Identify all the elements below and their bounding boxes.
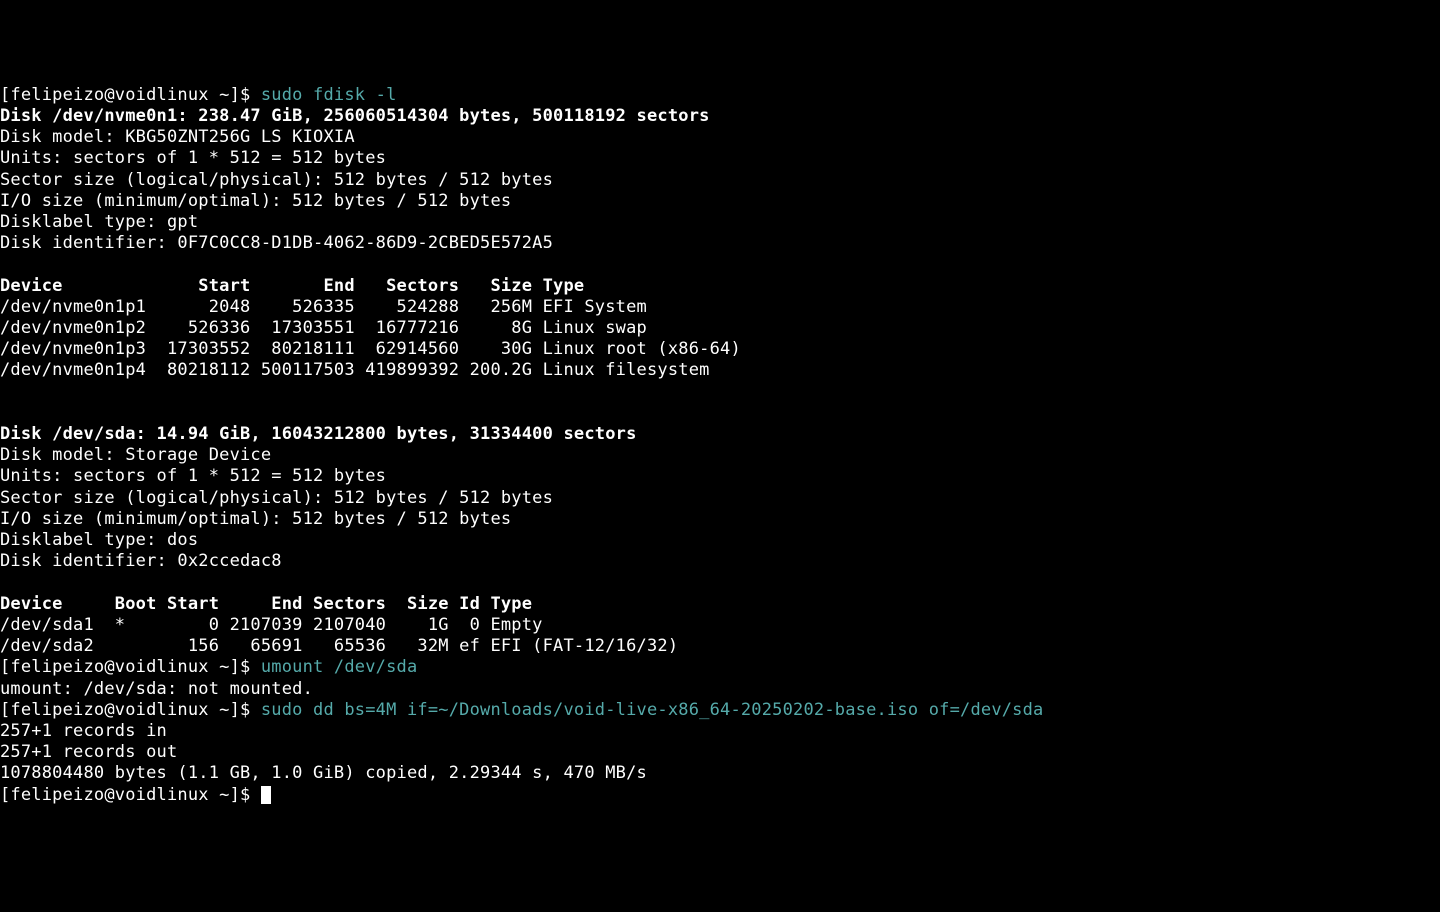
disk-label-type: Disklabel type: gpt — [0, 212, 198, 232]
prompt: [felipeizo@voidlinux ~]$ — [0, 657, 250, 677]
disk-io-size: I/O size (minimum/optimal): 512 bytes / … — [0, 509, 511, 529]
disk-header: Disk /dev/nvme0n1: 238.47 GiB, 256060514… — [0, 106, 710, 126]
command-dd: sudo dd bs=4M if=~/Downloads/void-live-x… — [250, 700, 1043, 720]
disk-units: Units: sectors of 1 * 512 = 512 bytes — [0, 148, 386, 168]
partition-row: /dev/nvme0n1p2 526336 17303551 16777216 … — [0, 318, 647, 338]
cursor[interactable] — [261, 786, 271, 804]
disk-model: Disk model: Storage Device — [0, 445, 271, 465]
disk-header: Disk /dev/sda: 14.94 GiB, 16043212800 by… — [0, 424, 637, 444]
partition-table-header: Device Boot Start End Sectors Size Id Ty… — [0, 594, 532, 614]
dd-output: 1078804480 bytes (1.1 GB, 1.0 GiB) copie… — [0, 763, 647, 783]
partition-row: /dev/nvme0n1p1 2048 526335 524288 256M E… — [0, 297, 647, 317]
disk-model: Disk model: KBG50ZNT256G LS KIOXIA — [0, 127, 355, 147]
prompt: [felipeizo@voidlinux ~]$ — [0, 85, 250, 105]
terminal[interactable]: [felipeizo@voidlinux ~]$ sudo fdisk -l D… — [0, 85, 1440, 806]
prompt: [felipeizo@voidlinux ~]$ — [0, 700, 250, 720]
disk-io-size: I/O size (minimum/optimal): 512 bytes / … — [0, 191, 511, 211]
umount-output: umount: /dev/sda: not mounted. — [0, 679, 313, 699]
dd-output: 257+1 records out — [0, 742, 177, 762]
partition-row: /dev/nvme0n1p3 17303552 80218111 6291456… — [0, 339, 741, 359]
partition-row: /dev/nvme0n1p4 80218112 500117503 419899… — [0, 360, 710, 380]
partition-row: /dev/sda2 156 65691 65536 32M ef EFI (FA… — [0, 636, 678, 656]
dd-output: 257+1 records in — [0, 721, 167, 741]
command-umount: umount /dev/sda — [250, 657, 417, 677]
disk-identifier: Disk identifier: 0x2ccedac8 — [0, 551, 282, 571]
disk-sector-size: Sector size (logical/physical): 512 byte… — [0, 488, 553, 508]
disk-identifier: Disk identifier: 0F7C0CC8-D1DB-4062-86D9… — [0, 233, 553, 253]
disk-label-type: Disklabel type: dos — [0, 530, 198, 550]
disk-units: Units: sectors of 1 * 512 = 512 bytes — [0, 466, 386, 486]
partition-table-header: Device Start End Sectors Size Type — [0, 276, 584, 296]
command-fdisk: sudo fdisk -l — [250, 85, 396, 105]
disk-sector-size: Sector size (logical/physical): 512 byte… — [0, 170, 553, 190]
prompt: [felipeizo@voidlinux ~]$ — [0, 785, 250, 805]
partition-row: /dev/sda1 * 0 2107039 2107040 1G 0 Empty — [0, 615, 543, 635]
